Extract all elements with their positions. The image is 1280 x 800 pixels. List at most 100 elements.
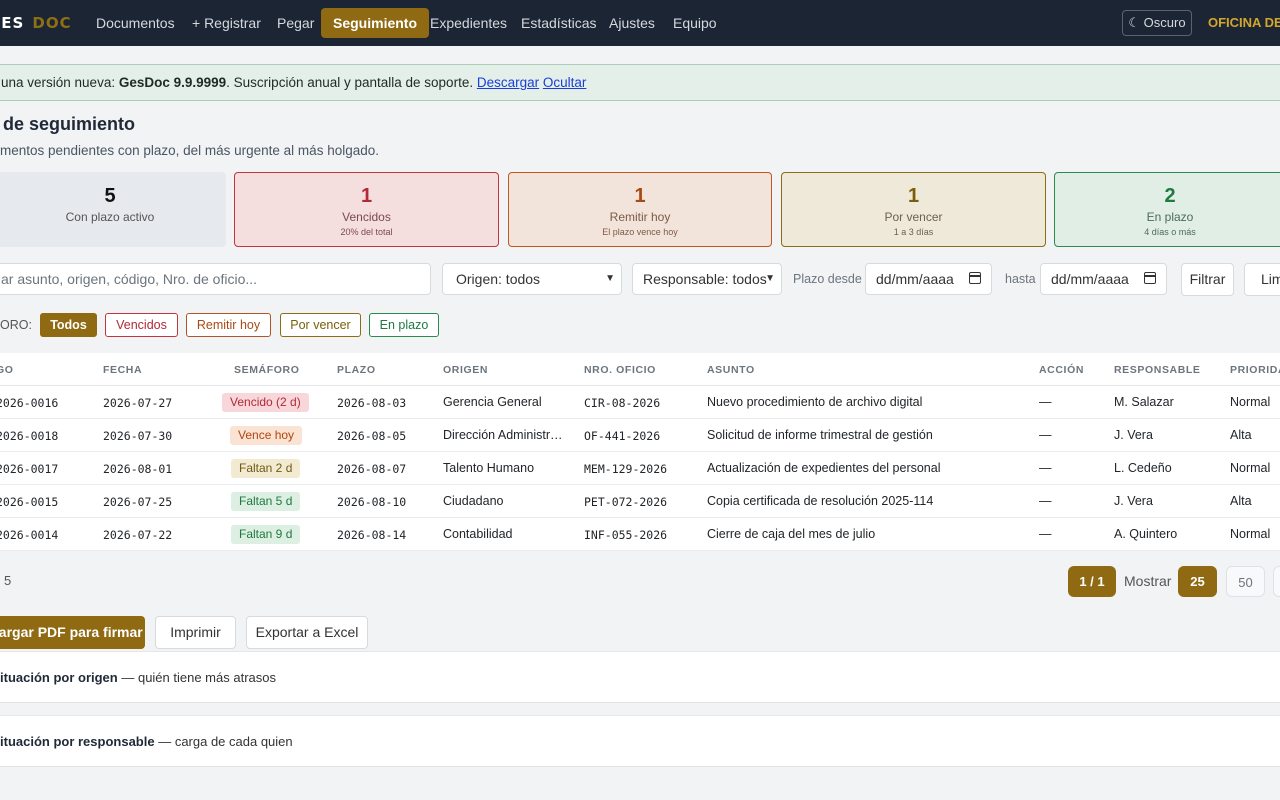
stat-sub: 4 días o más bbox=[1144, 227, 1196, 237]
export-excel-button[interactable]: Exportar a Excel bbox=[246, 616, 368, 649]
filter-button[interactable]: Filtrar bbox=[1181, 263, 1234, 296]
download-pdf-button[interactable]: cargar PDF para firmar bbox=[0, 616, 145, 649]
cell-responsable: L. Cedeño bbox=[1114, 461, 1172, 475]
brand-text-right: DOC bbox=[32, 14, 72, 32]
nav-documentos[interactable]: Documentos bbox=[84, 8, 187, 38]
table-row[interactable]: 2026-0018 2026-07-30 2026-08-05 Dirección A… bbox=[0, 419, 1280, 452]
nav-seguimiento[interactable]: Seguimiento bbox=[321, 8, 430, 38]
section-title: ituación por responsable bbox=[0, 734, 155, 749]
page-size-50-button[interactable]: 50 bbox=[1226, 566, 1265, 597]
table-row[interactable]: 2026-0014 2026-07-22 2026-08-14 Contabilida… bbox=[0, 518, 1280, 551]
nav-estadisticas[interactable]: Estadísticas bbox=[509, 8, 608, 38]
update-alert: una versión nueva: GesDoc 9.9.9999. Susc… bbox=[0, 64, 1280, 101]
clear-button[interactable]: Limpiar bbox=[1244, 263, 1280, 296]
cell-oficio: OF-441-2026 bbox=[584, 429, 661, 443]
alert-hide-link[interactable]: Ocultar bbox=[543, 75, 587, 90]
chip-en-plazo[interactable]: En plazo bbox=[369, 313, 439, 337]
date-from-label: Plazo desde bbox=[793, 272, 862, 286]
col-fecha[interactable]: FECHA bbox=[103, 364, 142, 376]
stat-card-remitir-hoy[interactable]: 1 Remitir hoy El plazo vence hoy bbox=[508, 172, 772, 247]
nav-ajustes[interactable]: Ajustes bbox=[597, 8, 667, 38]
stat-value: 2 bbox=[1164, 185, 1176, 207]
cell-prioridad: Alta bbox=[1230, 494, 1252, 508]
cell-codigo: 2026-0017 bbox=[0, 462, 59, 476]
stat-label: Vencidos bbox=[342, 210, 391, 224]
calendar-icon[interactable] bbox=[1144, 272, 1156, 284]
page-title: de seguimiento bbox=[3, 114, 136, 134]
stat-card-en-plazo[interactable]: 2 En plazo 4 días o más bbox=[1054, 172, 1280, 247]
cell-plazo: 2026-08-03 bbox=[337, 396, 407, 410]
table-header: GO FECHA SEMÁFORO PLAZO ORIGEN NRO. OFIC… bbox=[0, 353, 1280, 386]
date-from-value: dd/mm/aaaa bbox=[876, 271, 954, 287]
cell-oficio: CIR-08-2026 bbox=[584, 396, 661, 410]
top-navbar: GES DOC Documentos + Registrar Pegar Segu… bbox=[0, 0, 1280, 46]
nav-expedientes[interactable]: Expedientes bbox=[418, 8, 519, 38]
alert-download-link[interactable]: Descargar bbox=[477, 75, 539, 90]
chip-remitir-hoy[interactable]: Remitir hoy bbox=[186, 313, 271, 337]
section-by-responsible-heading: ituación por responsable — carga de cada… bbox=[0, 734, 293, 749]
print-button[interactable]: Imprimir bbox=[155, 616, 236, 649]
brand-logo[interactable]: GES DOC bbox=[0, 14, 72, 32]
dark-mode-button[interactable]: ☾ Oscuro bbox=[1122, 10, 1192, 36]
calendar-icon[interactable] bbox=[969, 272, 981, 284]
cell-fecha: 2026-07-22 bbox=[103, 528, 173, 542]
cell-origen: Contabilidad bbox=[443, 527, 513, 541]
col-codigo[interactable]: GO bbox=[0, 364, 14, 376]
col-accion[interactable]: ACCIÓN bbox=[1039, 364, 1084, 376]
stat-card-vencidos[interactable]: 1 Vencidos 20% del total bbox=[234, 172, 499, 247]
stat-card-active[interactable]: 5 Con plazo activo bbox=[0, 172, 226, 247]
col-origen[interactable]: ORIGEN bbox=[443, 364, 488, 376]
origin-select[interactable]: Origen: todos ▼ bbox=[442, 263, 622, 295]
date-to-input[interactable]: dd/mm/aaaa bbox=[1040, 263, 1167, 295]
stat-label: Por vencer bbox=[884, 210, 943, 224]
chevron-down-icon: ▼ bbox=[605, 273, 615, 284]
chip-vencidos[interactable]: Vencidos bbox=[105, 313, 178, 337]
cell-codigo: 2026-0018 bbox=[0, 429, 59, 443]
result-count: 5 bbox=[4, 573, 12, 588]
responsible-select[interactable]: Responsable: todos ▼ bbox=[632, 263, 782, 295]
table-row[interactable]: 2026-0016 2026-07-27 2026-08-03 Gerencia Ge… bbox=[0, 386, 1280, 419]
search-input[interactable]: ar asunto, origen, código, Nro. de ofici… bbox=[0, 263, 431, 295]
alert-version: GesDoc 9.9.9999 bbox=[118, 75, 227, 90]
cell-prioridad: Alta bbox=[1230, 428, 1252, 442]
stat-card-por-vencer[interactable]: 1 Por vencer 1 a 3 días bbox=[781, 172, 1046, 247]
cell-accion: — bbox=[1039, 428, 1052, 442]
brand-text-left: GES bbox=[0, 14, 25, 32]
col-asunto[interactable]: ASUNTO bbox=[707, 364, 755, 376]
cell-plazo: 2026-08-07 bbox=[337, 462, 407, 476]
col-semaforo[interactable]: SEMÁFORO bbox=[234, 364, 299, 376]
section-by-responsible[interactable]: ituación por responsable — carga de cada… bbox=[0, 715, 1280, 767]
cell-origen: Dirección Administrativa bbox=[443, 428, 567, 442]
cell-asunto: Nuevo procedimiento de archivo digital bbox=[707, 395, 923, 409]
cell-asunto: Cierre de caja del mes de julio bbox=[707, 527, 876, 541]
status-badge: Vencido (2 d) bbox=[222, 393, 309, 412]
date-from-input[interactable]: dd/mm/aaaa bbox=[865, 263, 992, 295]
page-size-more-button[interactable] bbox=[1273, 566, 1280, 597]
cell-asunto: Copia certificada de resolución 2025-114 bbox=[707, 494, 934, 508]
table-row[interactable]: 2026-0015 2026-07-25 2026-08-10 Ciudadano PE… bbox=[0, 485, 1280, 518]
deadline-table: GO FECHA SEMÁFORO PLAZO ORIGEN NRO. OFIC… bbox=[0, 353, 1280, 551]
nav-equipo[interactable]: Equipo bbox=[661, 8, 729, 38]
col-plazo[interactable]: PLAZO bbox=[337, 364, 376, 376]
chip-por-vencer[interactable]: Por vencer bbox=[280, 313, 361, 337]
cell-plazo: 2026-08-14 bbox=[337, 528, 407, 542]
col-responsable[interactable]: RESPONSABLE bbox=[1114, 364, 1201, 376]
current-page-button[interactable]: 1 / 1 bbox=[1068, 566, 1116, 597]
stat-value: 1 bbox=[360, 185, 373, 207]
col-prioridad[interactable]: PRIORIDA bbox=[1230, 364, 1280, 376]
cell-prioridad: Normal bbox=[1230, 527, 1271, 541]
cell-origen: Gerencia General bbox=[443, 395, 542, 409]
nav-registrar[interactable]: + Registrar bbox=[180, 8, 273, 38]
chip-todos[interactable]: Todos bbox=[40, 313, 97, 337]
cell-fecha: 2026-08-01 bbox=[103, 462, 173, 476]
col-oficio[interactable]: NRO. OFICIO bbox=[584, 364, 656, 376]
section-by-origin[interactable]: ituación por origen — quién tiene más at… bbox=[0, 651, 1280, 703]
page-size-25-button[interactable]: 25 bbox=[1178, 566, 1217, 597]
status-badge: Faltan 9 d bbox=[231, 525, 301, 544]
nav-pegar[interactable]: Pegar bbox=[265, 8, 326, 38]
section-note: — quién tiene más atrasos bbox=[117, 670, 276, 685]
cell-accion: — bbox=[1039, 494, 1052, 508]
cell-responsable: J. Vera bbox=[1114, 494, 1153, 508]
table-row[interactable]: 2026-0017 2026-08-01 2026-08-07 Talento Hum… bbox=[0, 452, 1280, 485]
cell-accion: — bbox=[1039, 461, 1052, 475]
